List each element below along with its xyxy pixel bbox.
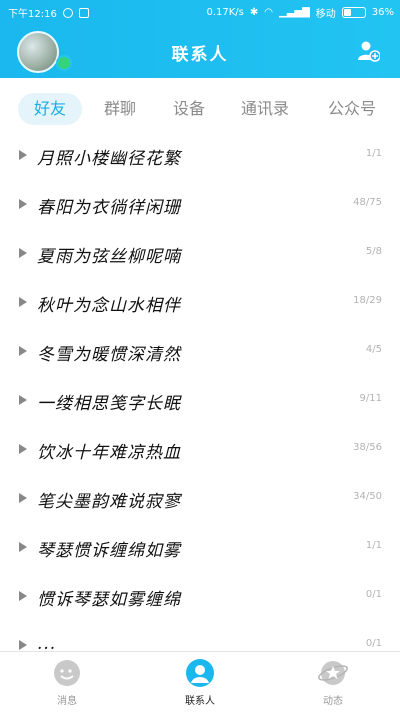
expand-arrow-icon: [19, 150, 27, 160]
tab-official-accounts[interactable]: 公众号: [328, 93, 376, 125]
group-count: 34/50: [353, 491, 382, 502]
group-name: 琴瑟惯诉缠绵如雾: [37, 541, 181, 561]
group-name: 惯诉琴瑟如雾缠绵: [37, 590, 181, 610]
expand-arrow-icon: [19, 248, 27, 258]
group-name: 秋叶为念山水相伴: [37, 296, 181, 316]
battery-icon: [341, 7, 366, 18]
carrier-label: 移动: [315, 9, 336, 20]
tab-devices[interactable]: 设备: [173, 93, 205, 125]
group-name: 春阳为衣徜徉闲珊: [37, 198, 181, 218]
nav-label: 消息: [57, 696, 77, 707]
status-time: 下午12:16: [8, 9, 57, 20]
group-name: 冬雪为暖惯深清然: [37, 345, 181, 365]
bottom-nav: 消息 联系人 动态: [0, 651, 400, 712]
bluetooth-icon: ✱: [249, 7, 259, 18]
group-count: 5/8: [365, 246, 382, 257]
expand-arrow-icon: [19, 444, 27, 454]
group-name: 月照小楼幽径花繁: [37, 149, 181, 169]
status-bar: 下午12:16 0.17K/s ✱ ◠ ▁▃▅▇ 移动 36%: [0, 0, 400, 22]
list-item[interactable]: 饮冰十年难凉热血 38/56: [0, 426, 400, 474]
expand-arrow-icon: [19, 591, 27, 601]
group-name: 饮冰十年难凉热血: [37, 443, 181, 463]
group-count: 9/11: [359, 393, 382, 404]
list-item[interactable]: 琴瑟惯诉缠绵如雾 1/1: [0, 524, 400, 572]
expand-arrow-icon: [19, 297, 27, 307]
app-header: 下午12:16 0.17K/s ✱ ◠ ▁▃▅▇ 移动 36% 联系人: [0, 0, 400, 78]
expand-arrow-icon: [19, 640, 27, 650]
add-contact-icon[interactable]: [358, 40, 380, 62]
tab-bar: 好友 群聊 设备 通讯录 公众号: [0, 86, 400, 132]
list-item[interactable]: 春阳为衣徜徉闲珊 48/75: [0, 181, 400, 229]
group-name: 一缕相思笺字长眠: [37, 394, 181, 414]
group-count: 0/1: [365, 589, 382, 600]
nav-messages[interactable]: 消息: [27, 658, 107, 707]
list-item[interactable]: 月照小楼幽径花繁 1/1: [0, 132, 400, 180]
nav-label: 联系人: [185, 696, 215, 707]
group-count: 38/56: [353, 442, 382, 453]
nav-contacts[interactable]: 联系人: [160, 658, 240, 707]
list-item[interactable]: 一缕相思笺字长眠 9/11: [0, 377, 400, 425]
expand-arrow-icon: [19, 346, 27, 356]
list-item[interactable]: 冬雪为暖惯深清然 4/5: [0, 328, 400, 376]
group-count: 4/5: [365, 344, 382, 355]
nav-label: 动态: [323, 696, 343, 707]
network-speed: 0.17K/s: [206, 7, 244, 18]
group-name: 笔尖墨韵难说寂寥: [37, 492, 181, 512]
sync-icon: [62, 7, 73, 18]
list-item[interactable]: 惯诉琴瑟如雾缠绵 0/1: [0, 573, 400, 621]
list-item[interactable]: 笔尖墨韵难说寂寥 34/50: [0, 475, 400, 523]
expand-arrow-icon: [19, 199, 27, 209]
tab-address-book[interactable]: 通讯录: [241, 93, 289, 125]
contact-person-icon: [186, 659, 214, 687]
battery-percent: 36%: [371, 7, 394, 18]
star-planet-icon: [318, 661, 348, 685]
group-count: 0/1: [365, 638, 382, 649]
chat-bubble-icon: [54, 660, 80, 686]
group-name: 夏雨为弦丝柳呢喃: [37, 247, 181, 267]
wifi-icon: ◠: [264, 7, 273, 18]
list-item[interactable]: 夏雨为弦丝柳呢喃 5/8: [0, 230, 400, 278]
group-count: 1/1: [365, 540, 382, 551]
page-title: 联系人: [171, 45, 229, 65]
group-count: 18/29: [353, 295, 382, 306]
notification-icon: [78, 7, 89, 18]
tab-groups[interactable]: 群聊: [104, 93, 136, 125]
nav-moments[interactable]: 动态: [293, 658, 373, 707]
tab-friends[interactable]: 好友: [18, 93, 82, 125]
expand-arrow-icon: [19, 493, 27, 503]
group-count: 1/1: [365, 148, 382, 159]
list-item[interactable]: 秋叶为念山水相伴 18/29: [0, 279, 400, 327]
signal-icon: ▁▃▅▇: [279, 7, 310, 18]
expand-arrow-icon: [19, 395, 27, 405]
expand-arrow-icon: [19, 542, 27, 552]
group-count: 48/75: [353, 197, 382, 208]
